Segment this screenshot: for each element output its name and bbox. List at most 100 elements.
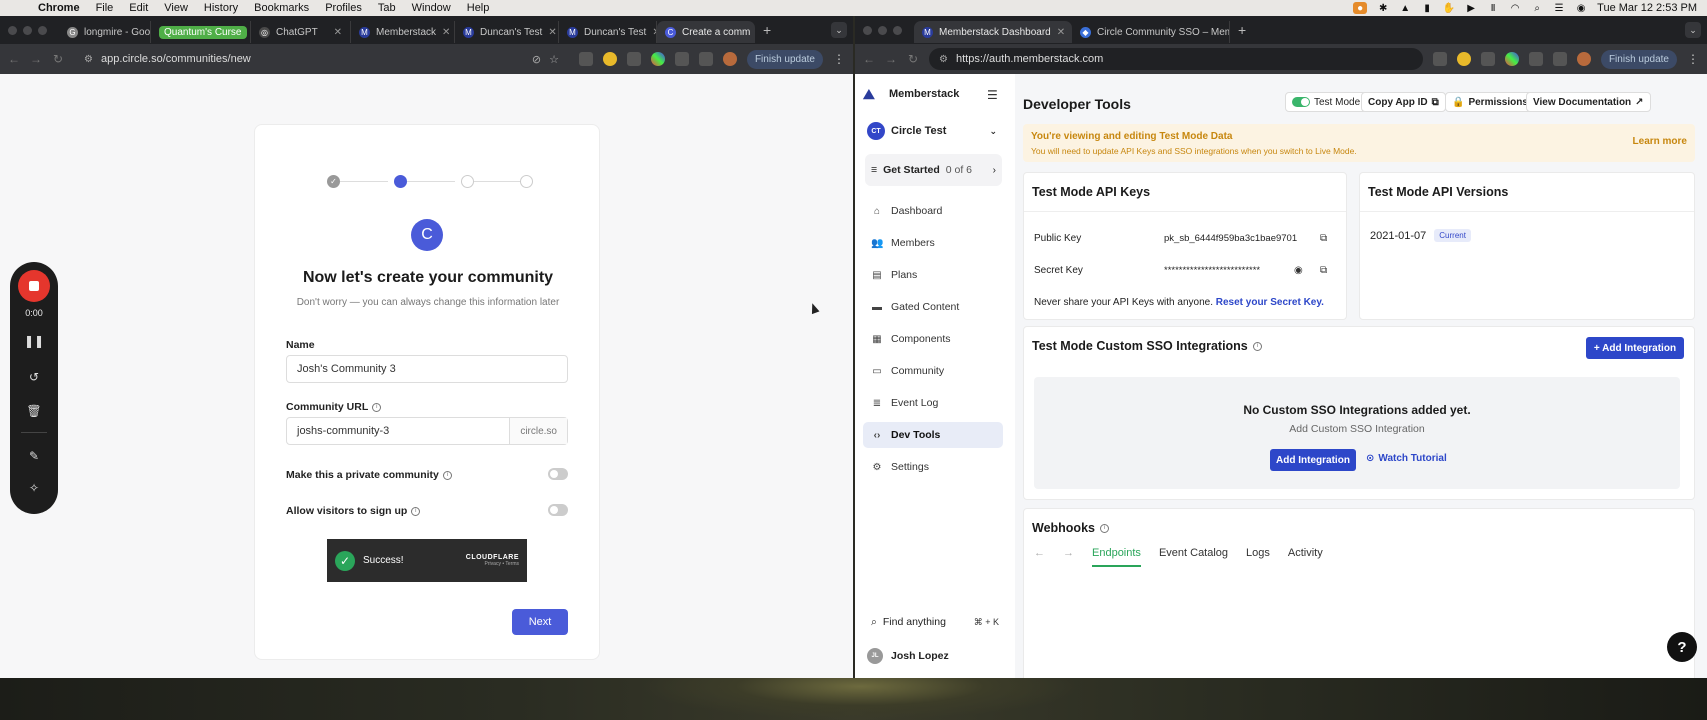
sidebar-item-dev-tools[interactable]: ‹› Dev Tools xyxy=(863,422,1003,448)
pen-icon[interactable]: ✎ xyxy=(29,449,39,463)
back-icon[interactable]: ← xyxy=(863,52,875,66)
mic-icon[interactable]: ● xyxy=(1353,2,1368,14)
extension-icon[interactable] xyxy=(626,52,641,66)
extension-icon[interactable] xyxy=(1432,52,1447,66)
menubar-clock[interactable]: Tue Mar 12 2:53 PM xyxy=(1597,2,1697,14)
name-input[interactable]: Josh's Community 3 xyxy=(286,355,568,383)
close-tab-icon[interactable]: ✕ xyxy=(548,27,556,38)
site-info-icon[interactable]: ⚙ xyxy=(939,54,948,65)
help-button[interactable]: ? xyxy=(1667,632,1697,662)
flag-icon[interactable]: ▲ xyxy=(1399,2,1411,14)
workspace-switcher[interactable]: CT Circle Test ⌄ xyxy=(867,122,997,140)
url-field[interactable]: ⚙ app.circle.so/communities/new ⊘ ☆ xyxy=(74,48,569,70)
menu-history[interactable]: History xyxy=(196,2,246,14)
tab-event-catalog[interactable]: Event Catalog xyxy=(1159,547,1228,559)
finish-update-button[interactable]: Finish update xyxy=(746,49,823,69)
sidepanel-icon[interactable] xyxy=(1552,52,1567,66)
control-center-icon[interactable]: ☰ xyxy=(1553,2,1565,14)
tab-quantums-curse[interactable]: Quantum's Curse✕ xyxy=(151,21,251,43)
eye-off-icon[interactable]: ⊘ xyxy=(532,53,541,66)
collapse-sidebar-icon[interactable]: ☰ xyxy=(987,88,998,102)
tab-chatgpt[interactable]: ◎ ChatGPT ✕ xyxy=(251,21,351,43)
test-mode-toggle[interactable]: Test Mode xyxy=(1285,92,1368,112)
puzzle-icon[interactable] xyxy=(674,52,689,66)
site-info-icon[interactable]: ⚙ xyxy=(84,54,93,65)
info-icon[interactable]: i xyxy=(1099,523,1109,533)
add-integration-button[interactable]: Add Integration xyxy=(1270,449,1356,471)
sidebar-item-components[interactable]: ▦ Components xyxy=(863,326,1003,352)
close-tab-icon[interactable]: ✕ xyxy=(1057,27,1065,38)
url-field[interactable]: ⚙ https://auth.memberstack.com xyxy=(929,48,1423,70)
reload-icon[interactable]: ↻ xyxy=(907,52,919,66)
delete-icon[interactable]: 🗑 xyxy=(26,404,41,418)
private-toggle[interactable] xyxy=(548,468,568,480)
learn-more-link[interactable]: Learn more xyxy=(1633,136,1687,147)
captcha-links[interactable]: Privacy • Terms xyxy=(466,561,519,567)
minimize-window-icon[interactable] xyxy=(878,25,887,35)
bookmark-star-icon[interactable]: ☆ xyxy=(549,53,559,66)
siri-icon[interactable]: ◉ xyxy=(1575,2,1587,14)
more-icon[interactable]: ⋮ xyxy=(1687,52,1699,66)
user-menu[interactable]: JL Josh Lopez xyxy=(867,648,949,664)
info-icon[interactable]: i xyxy=(442,470,452,480)
back-icon[interactable]: ← xyxy=(8,52,20,66)
arrow-right-icon[interactable]: → xyxy=(1063,547,1074,559)
extension-icon[interactable] xyxy=(650,52,665,66)
info-icon[interactable]: i xyxy=(372,402,382,412)
forward-icon[interactable]: → xyxy=(30,52,42,66)
menu-window[interactable]: Window xyxy=(404,2,459,14)
extension-icon[interactable] xyxy=(578,52,593,66)
menu-edit[interactable]: Edit xyxy=(121,2,156,14)
extension-icon[interactable] xyxy=(1480,52,1495,66)
tab-search-icon[interactable]: ⌄ xyxy=(831,22,847,38)
profile-avatar[interactable] xyxy=(1576,52,1591,66)
menu-help[interactable]: Help xyxy=(459,2,498,14)
cloudflare-captcha[interactable]: ✓ Success! CLOUDFLARE Privacy • Terms xyxy=(327,539,527,582)
close-window-icon[interactable] xyxy=(8,25,17,35)
copy-app-id-button[interactable]: Copy App ID ⧉ xyxy=(1361,92,1446,112)
sidebar-item-event-log[interactable]: ≣ Event Log xyxy=(863,390,1003,416)
menu-tab[interactable]: Tab xyxy=(370,2,404,14)
info-icon[interactable]: i xyxy=(411,506,421,516)
sidebar-item-members[interactable]: 👥 Members xyxy=(863,230,1003,256)
menu-file[interactable]: File xyxy=(88,2,122,14)
tab-endpoints[interactable]: Endpoints xyxy=(1092,547,1141,567)
permissions-button[interactable]: 🔒 Permissions xyxy=(1445,92,1535,112)
get-started-button[interactable]: ≡ Get Started 0 of 6 › xyxy=(865,154,1002,186)
signup-toggle[interactable] xyxy=(548,504,568,516)
tab-duncans-test-2[interactable]: MDuncan's Test✕ xyxy=(559,21,657,43)
next-button[interactable]: Next xyxy=(512,609,568,635)
add-integration-header-button[interactable]: + Add Integration xyxy=(1586,337,1684,359)
find-anything-button[interactable]: ⌕ Find anything ⌘ + K xyxy=(865,610,1005,634)
tab-circle-sso[interactable]: ◆Circle Community SSO – Mem✕ xyxy=(1072,21,1230,43)
view-documentation-button[interactable]: View Documentation ↗ xyxy=(1526,92,1651,112)
tab-create-community[interactable]: CCreate a comm✕ xyxy=(657,21,755,43)
info-icon[interactable]: i xyxy=(1252,341,1262,351)
new-tab-icon[interactable]: + xyxy=(755,22,779,38)
finish-update-button[interactable]: Finish update xyxy=(1600,49,1677,69)
tab-memberstack-dashboard[interactable]: M Memberstack Dashboard ✕ xyxy=(914,21,1072,43)
new-tab-icon[interactable]: + xyxy=(1230,22,1254,38)
menu-profiles[interactable]: Profiles xyxy=(317,2,370,14)
pause-icon[interactable]: ❚❚ xyxy=(24,334,44,348)
sidebar-item-dashboard[interactable]: ⌂ Dashboard xyxy=(863,198,1003,224)
wifi-icon[interactable]: ◠ xyxy=(1509,2,1521,14)
tab-longmire[interactable]: Glongmire - Goo✕ xyxy=(59,21,151,43)
tab-duncans-test-1[interactable]: M Duncan's Test ✕ xyxy=(455,21,559,43)
reset-secret-key-link[interactable]: Reset your Secret Key. xyxy=(1216,297,1324,308)
restart-icon[interactable]: ↺ xyxy=(29,370,39,384)
extension-icon[interactable] xyxy=(1504,52,1519,66)
profile-avatar[interactable] xyxy=(722,52,737,66)
sidebar-item-community[interactable]: ▭ Community xyxy=(863,358,1003,384)
gear-icon[interactable]: ✱ xyxy=(1377,2,1389,14)
layout-icon[interactable]: ▮ xyxy=(1421,2,1433,14)
minimize-window-icon[interactable] xyxy=(23,25,32,35)
menu-bookmarks[interactable]: Bookmarks xyxy=(246,2,317,14)
copy-icon[interactable]: ⧉ xyxy=(1320,233,1327,244)
close-window-icon[interactable] xyxy=(863,25,872,35)
maximize-window-icon[interactable] xyxy=(38,25,47,35)
menu-view[interactable]: View xyxy=(156,2,196,14)
extension-icon[interactable] xyxy=(602,52,617,66)
play-icon[interactable]: ▶ xyxy=(1465,2,1477,14)
close-tab-icon[interactable]: ✕ xyxy=(334,27,342,38)
